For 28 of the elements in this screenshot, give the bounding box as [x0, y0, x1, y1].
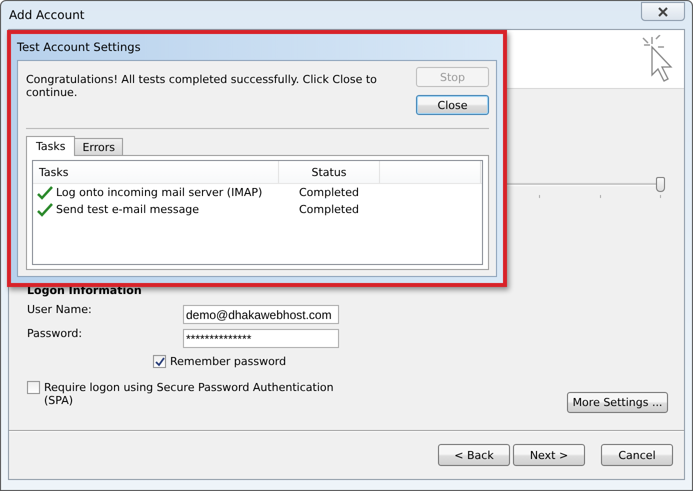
- dialog-button[interactable]: Next >: [513, 444, 585, 466]
- table-cell-text: Completed: [298, 186, 360, 199]
- more-settings-button[interactable]: More Settings ...: [567, 392, 668, 413]
- column-header[interactable]: Status: [279, 161, 380, 183]
- password-field[interactable]: **************: [183, 329, 339, 348]
- tab[interactable]: Tasks: [26, 136, 76, 156]
- dialog-title: Test Account Settings: [17, 40, 141, 54]
- close-button[interactable]: Close: [416, 95, 489, 115]
- table-cell-text: Completed: [298, 203, 360, 216]
- field-label: User Name:: [27, 303, 93, 316]
- close-button[interactable]: [641, 2, 685, 21]
- checkbox-label: Require logon using Secure Password Authentication (SPA): [44, 381, 335, 407]
- message-text: Congratulations! All tests completed successfully. Click Close to continue.: [26, 73, 378, 101]
- checkbox[interactable]: [153, 355, 166, 368]
- checkbox[interactable]: [27, 381, 40, 394]
- dialog-button[interactable]: Cancel: [601, 444, 673, 466]
- checkbox-label: Remember password: [170, 355, 286, 368]
- tab[interactable]: Errors: [74, 138, 124, 155]
- table-cell: Log onto incoming mail server (IMAP): [56, 186, 262, 199]
- section-heading: Logon Information: [27, 284, 143, 297]
- field-label: Password:: [27, 327, 84, 340]
- cursor-icon: [640, 35, 674, 83]
- table-cell: Send test e-mail message: [56, 203, 200, 216]
- dialog-button[interactable]: < Back: [438, 444, 510, 466]
- window-title: Add Account: [9, 8, 84, 22]
- close-icon: [657, 6, 669, 16]
- column-header[interactable]: Tasks: [33, 161, 279, 183]
- user-name-field[interactable]: demo@dhakawebhost.com: [183, 305, 339, 324]
